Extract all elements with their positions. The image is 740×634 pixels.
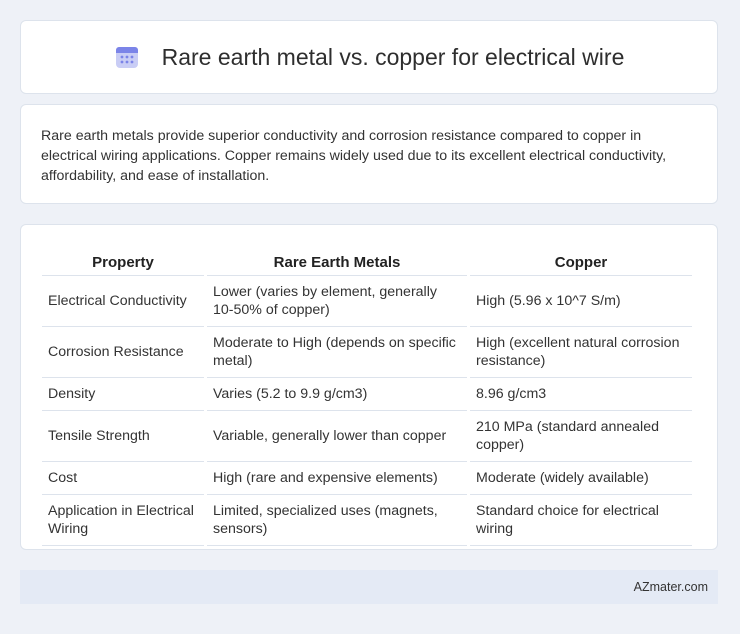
cell-rare-earth: Variable, generally lower than copper	[207, 411, 467, 462]
cell-copper: Moderate (widely available)	[470, 462, 692, 495]
cell-copper: High (excellent natural corrosion resist…	[470, 327, 692, 378]
cell-property: Application in Electrical Wiring	[42, 495, 204, 546]
description-card: Rare earth metals provide superior condu…	[20, 104, 718, 204]
header-rare-earth: Rare Earth Metals	[207, 243, 467, 276]
cell-property: Density	[42, 378, 204, 411]
comparison-card: Property Rare Earth Metals Copper Electr…	[20, 224, 718, 550]
title-card: Rare earth metal vs. copper for electric…	[20, 20, 718, 94]
cell-copper: Standard choice for electrical wiring	[470, 495, 692, 546]
table-header-row: Property Rare Earth Metals Copper	[42, 243, 692, 276]
table-row: Density Varies (5.2 to 9.9 g/cm3) 8.96 g…	[42, 378, 692, 411]
cell-rare-earth: Limited, specialized uses (magnets, sens…	[207, 495, 467, 546]
cell-property: Tensile Strength	[42, 411, 204, 462]
page-title: Rare earth metal vs. copper for electric…	[161, 43, 625, 70]
table-row: Tensile Strength Variable, generally low…	[42, 411, 692, 462]
footer-brand[interactable]: AZmater.com	[634, 580, 708, 594]
cell-property: Electrical Conductivity	[42, 276, 204, 327]
cell-property: Corrosion Resistance	[42, 327, 204, 378]
footer-bar: AZmater.com	[20, 570, 718, 604]
cell-rare-earth: Lower (varies by element, generally 10-5…	[207, 276, 467, 327]
calendar-icon	[114, 44, 140, 70]
table-row: Corrosion Resistance Moderate to High (d…	[42, 327, 692, 378]
header-copper: Copper	[470, 243, 692, 276]
cell-rare-earth: High (rare and expensive elements)	[207, 462, 467, 495]
table-row: Application in Electrical Wiring Limited…	[42, 495, 692, 546]
header-property: Property	[42, 243, 204, 276]
cell-rare-earth: Moderate to High (depends on specific me…	[207, 327, 467, 378]
table-row: Electrical Conductivity Lower (varies by…	[42, 276, 692, 327]
cell-copper: High (5.96 x 10^7 S/m)	[470, 276, 692, 327]
cell-rare-earth: Varies (5.2 to 9.9 g/cm3)	[207, 378, 467, 411]
cell-property: Cost	[42, 462, 204, 495]
table-row: Cost High (rare and expensive elements) …	[42, 462, 692, 495]
cell-copper: 210 MPa (standard annealed copper)	[470, 411, 692, 462]
comparison-table: Property Rare Earth Metals Copper Electr…	[39, 243, 695, 546]
cell-copper: 8.96 g/cm3	[470, 378, 692, 411]
description-text: Rare earth metals provide superior condu…	[41, 128, 667, 184]
